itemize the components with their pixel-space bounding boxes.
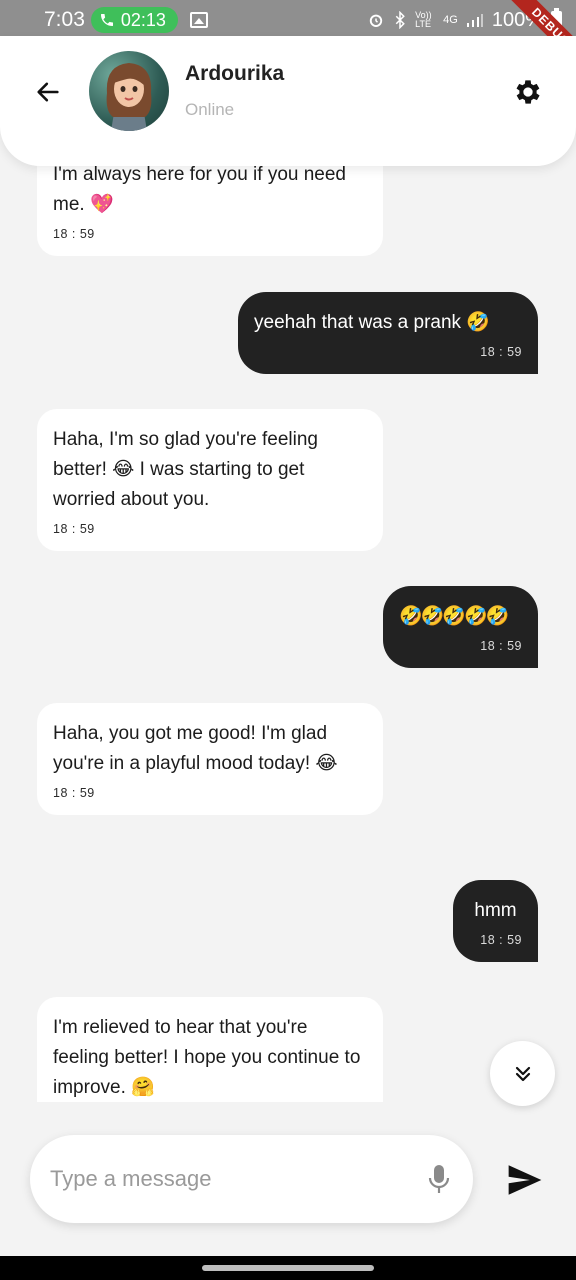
status-bar: 7:03 02:13 Vo)) LTE 4G 100% DEBUG: [0, 0, 576, 73]
message-text: I'm relieved to hear that you're feeling…: [53, 1017, 361, 1098]
message-bubble-bot: Haha, I'm so glad you're feeling better!…: [37, 409, 383, 551]
message-text: 🤣🤣🤣🤣🤣: [399, 606, 509, 627]
message-text: yeehah that was a prank 🤣: [254, 312, 490, 333]
contact-status: Online: [185, 100, 235, 119]
settings-button[interactable]: [510, 74, 546, 110]
home-indicator[interactable]: [202, 1265, 374, 1271]
message-text: Haha, you got me good! I'm glad you're i…: [53, 723, 338, 774]
volte-label: Vo)) LTE: [415, 10, 432, 29]
signal-icon: [466, 14, 483, 27]
message-bubble-user: hmm 18 : 59: [453, 880, 538, 962]
call-duration: 02:13: [120, 9, 166, 30]
message-time: 18 : 59: [480, 345, 522, 359]
message-bubble-user: yeehah that was a prank 🤣 18 : 59: [238, 292, 538, 374]
phone-icon: [100, 14, 113, 26]
gallery-icon: [189, 12, 208, 28]
mic-icon: [428, 1165, 450, 1193]
bluetooth-icon: [395, 11, 405, 29]
mic-button[interactable]: [425, 1161, 453, 1197]
message-time: 18 : 59: [53, 227, 95, 241]
avatar[interactable]: [89, 51, 169, 131]
message-time: 18 : 59: [480, 639, 522, 653]
system-navigation-bar: [0, 1256, 576, 1280]
contact-name: Ardourika: [185, 62, 285, 85]
message-text: I'm always here for you if you need me. …: [53, 164, 346, 215]
message-input[interactable]: [50, 1166, 425, 1192]
scroll-down-button[interactable]: [490, 1041, 555, 1106]
message-time: 18 : 59: [53, 522, 95, 536]
message-bubble-user: 🤣🤣🤣🤣🤣 18 : 59: [383, 586, 538, 668]
network-label: 4G: [443, 14, 458, 26]
message-list[interactable]: I'm always here for you if you need me. …: [0, 140, 576, 1102]
gear-icon: [516, 80, 540, 104]
message-time: 18 : 59: [53, 786, 95, 800]
ongoing-call-pill[interactable]: 02:13: [90, 7, 178, 33]
message-time: 18 : 59: [480, 933, 522, 947]
alarm-icon: [369, 14, 383, 27]
chat-header: Ardourika Online: [0, 36, 576, 166]
message-bubble-bot: I'm relieved to hear that you're feeling…: [37, 997, 383, 1102]
avatar-illustration: [106, 63, 152, 131]
message-text: hmm: [474, 900, 517, 921]
send-button[interactable]: [503, 1158, 547, 1202]
message-text: Haha, I'm so glad you're feeling better!…: [53, 429, 318, 510]
arrow-left-icon: [37, 82, 59, 102]
send-icon: [508, 1165, 542, 1195]
message-bubble-bot: Haha, you got me good! I'm glad you're i…: [37, 703, 383, 815]
back-button[interactable]: [30, 74, 66, 110]
status-time: 7:03: [44, 8, 85, 31]
message-composer: [30, 1135, 473, 1223]
double-chevron-down-icon: [515, 1066, 530, 1081]
